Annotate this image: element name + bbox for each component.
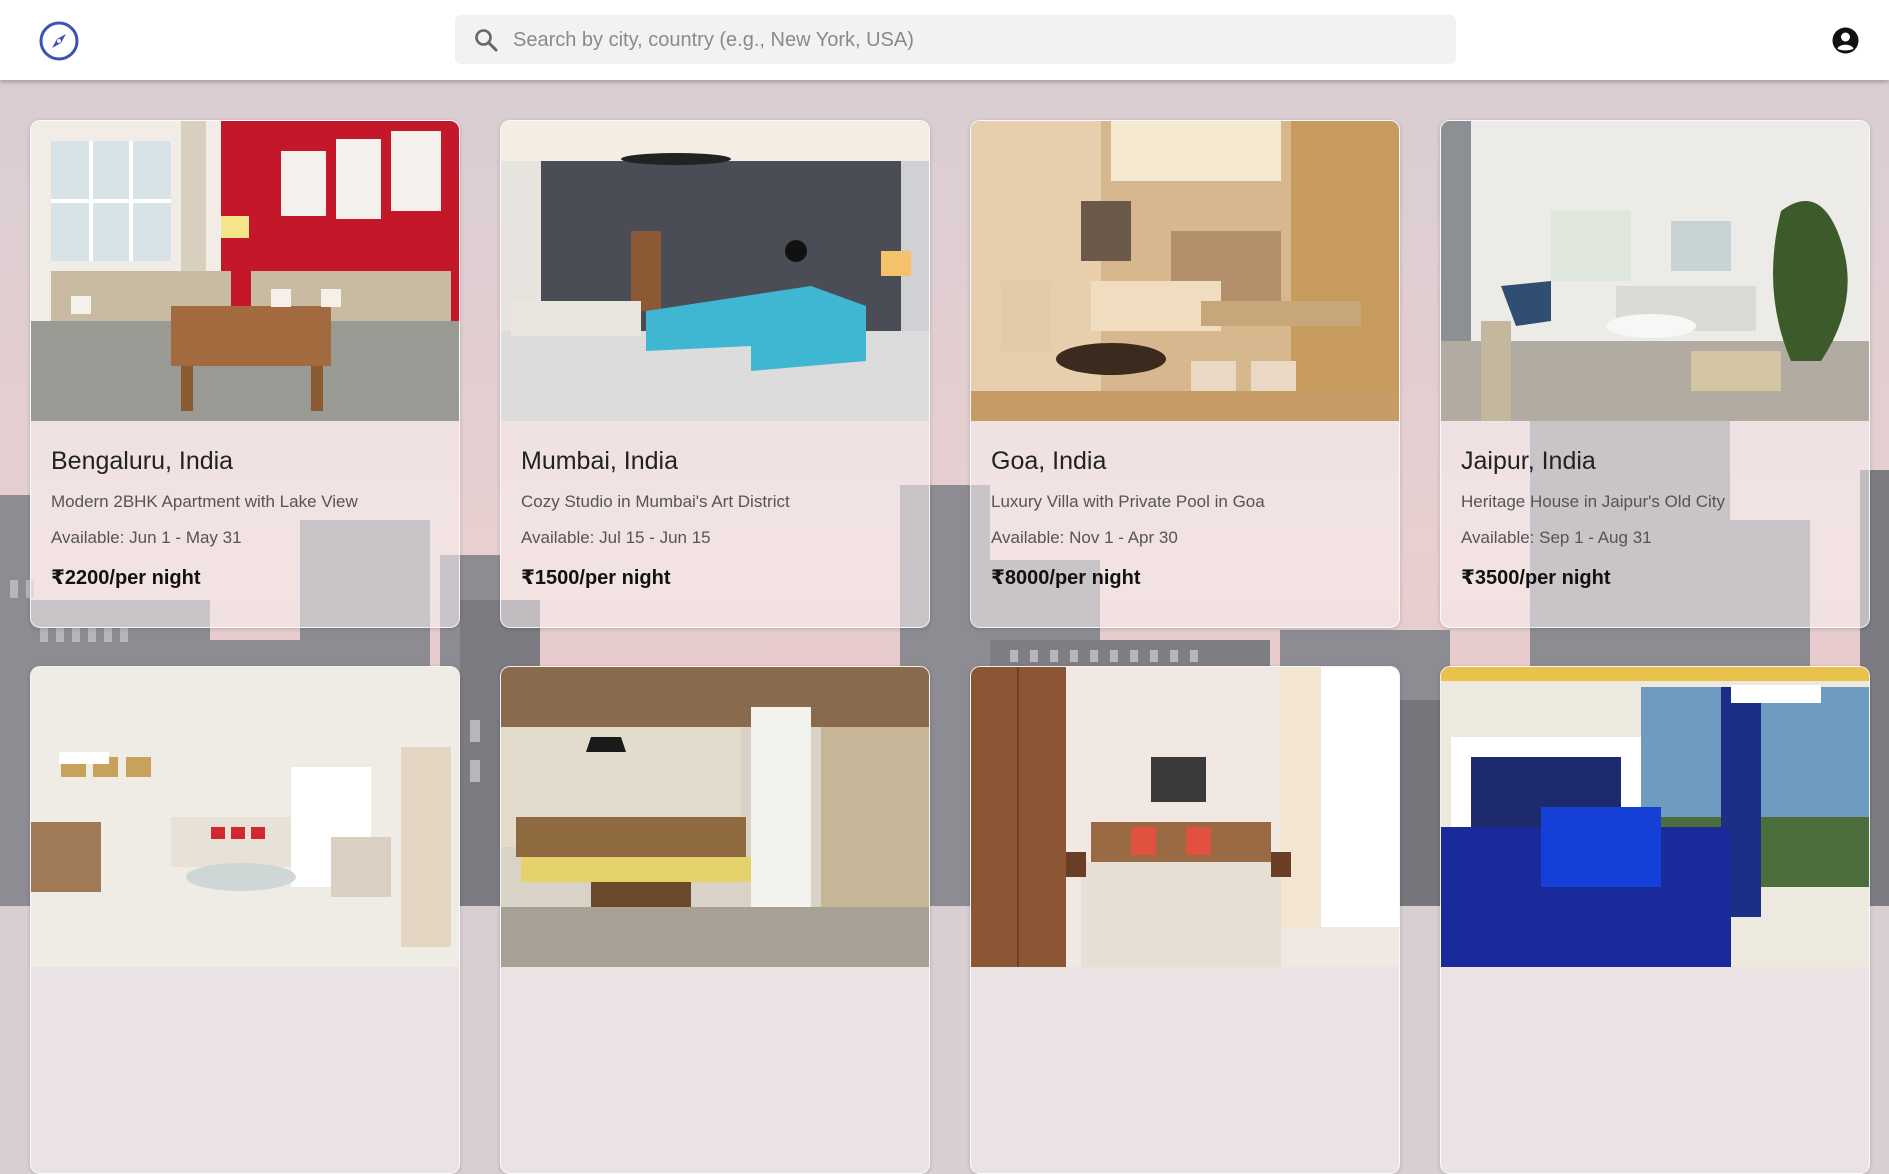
search-bar xyxy=(455,15,1456,66)
listing-title: Modern 2BHK Apartment with Lake View xyxy=(51,492,358,511)
top-app-bar xyxy=(0,0,1889,80)
listing-photo xyxy=(31,121,459,421)
listing-availability: Available: Jun 1 - May 31 xyxy=(51,528,242,547)
listing-availability: Available: Sep 1 - Aug 31 xyxy=(1461,528,1652,547)
listing-city: Mumbai, India xyxy=(521,447,679,475)
listing-card[interactable] xyxy=(30,666,460,1174)
listing-title: Heritage House in Jaipur's Old City xyxy=(1461,492,1726,511)
listing-photo xyxy=(501,121,929,421)
listing-card-goa[interactable]: Goa, India Luxury Villa with Private Poo… xyxy=(970,120,1400,628)
listing-price: ₹1500/per night xyxy=(521,567,671,589)
compass-icon[interactable] xyxy=(38,20,80,62)
listing-price: ₹3500/per night xyxy=(1461,567,1611,589)
listing-card-jaipur[interactable]: Jaipur, India Heritage House in Jaipur's… xyxy=(1440,120,1870,628)
listing-title: Cozy Studio in Mumbai's Art District xyxy=(521,492,790,511)
listing-title: Luxury Villa with Private Pool in Goa xyxy=(991,492,1265,511)
listing-card-bengaluru[interactable]: Bengaluru, India Modern 2BHK Apartment w… xyxy=(30,120,460,628)
listing-city: Goa, India xyxy=(991,447,1107,475)
listing-photo xyxy=(971,667,1399,967)
listing-card[interactable] xyxy=(1440,666,1870,1174)
listing-photo xyxy=(1441,121,1869,421)
search-icon xyxy=(475,29,498,52)
listing-card-mumbai[interactable]: Mumbai, India Cozy Studio in Mumbai's Ar… xyxy=(500,120,930,628)
listing-city: Jaipur, India xyxy=(1461,447,1596,475)
listing-card[interactable] xyxy=(970,666,1400,1174)
search-input[interactable] xyxy=(511,15,1445,66)
listing-photo xyxy=(31,667,459,967)
listing-photo xyxy=(1441,667,1869,967)
account-circle-icon[interactable] xyxy=(1832,27,1859,54)
listing-photo xyxy=(501,667,929,967)
listing-availability: Available: Nov 1 - Apr 30 xyxy=(991,528,1178,547)
listing-city: Bengaluru, India xyxy=(51,447,234,475)
listing-photo xyxy=(971,121,1399,421)
listing-price: ₹2200/per night xyxy=(51,567,201,589)
listing-availability: Available: Jul 15 - Jun 15 xyxy=(521,528,711,547)
listing-card[interactable] xyxy=(500,666,930,1174)
listing-price: ₹8000/per night xyxy=(991,567,1141,589)
